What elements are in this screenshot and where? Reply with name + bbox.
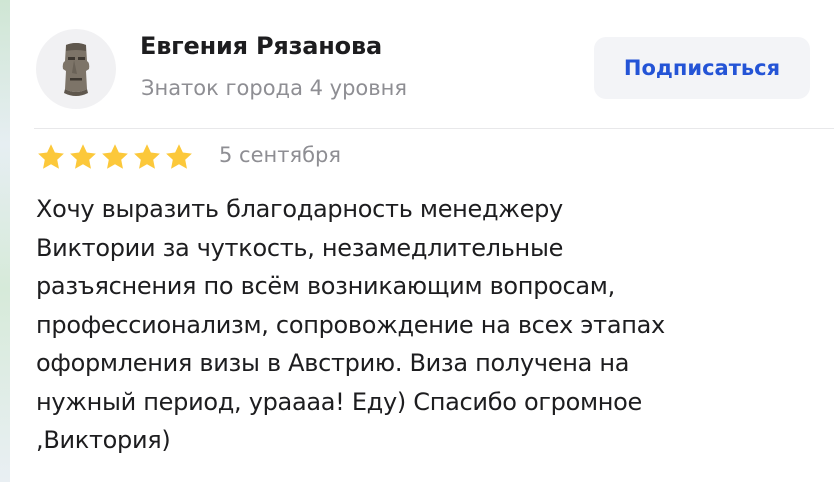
author-level: Знаток города 4 уровня [141, 76, 408, 100]
review-text-line: оформления визы в Австрию. Виза получена… [36, 349, 630, 377]
moai-statue-icon [62, 43, 90, 96]
star-icon [70, 144, 96, 169]
rating-stars [36, 142, 194, 172]
star-icon [166, 144, 192, 169]
star-icon [102, 144, 128, 169]
avatar[interactable] [36, 29, 116, 109]
review-card: Евгения Рязанова Знаток города 4 уровня … [10, 0, 834, 482]
review-text-line: ,Виктория) [36, 426, 171, 454]
review-text-line: профессионализм, сопровождение на всех э… [36, 310, 665, 339]
review-text-line: нужный период, ураааа! Еду) Спасибо огро… [36, 387, 642, 416]
review-text: Хочу выразить благодарность менеджеру Ви… [36, 190, 826, 460]
review-text-line: Виктории за чуткость, незамедлительные [36, 233, 564, 262]
divider [34, 128, 834, 129]
subscribe-button[interactable]: Подписаться [594, 37, 810, 99]
star-icon [38, 144, 64, 169]
author-name[interactable]: Евгения Рязанова [140, 32, 382, 60]
review-date: 5 сентября [219, 143, 342, 167]
star-icon [134, 144, 160, 169]
review-text-line: Хочу выразить благодарность менеджеру [36, 195, 563, 223]
review-text-line: разъяснения по всём возникающим вопросам… [36, 272, 615, 300]
map-edge-background [0, 0, 10, 482]
